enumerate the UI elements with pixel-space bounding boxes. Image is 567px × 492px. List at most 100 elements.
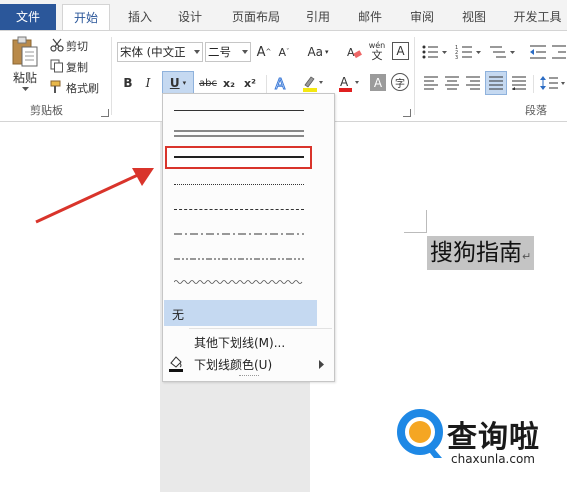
font-color-icon[interactable]: A <box>336 73 362 93</box>
font-size-combo[interactable]: 二号 <box>205 42 251 62</box>
underline-sample <box>174 110 304 111</box>
more-underlines-label: 其他下划线(M)... <box>194 336 286 350</box>
more-underlines-item[interactable]: 其他下划线(M)... <box>164 330 333 352</box>
chevron-down-icon: ▾ <box>182 79 187 87</box>
paste-icon[interactable] <box>8 35 42 69</box>
underline-option-single[interactable] <box>164 100 333 122</box>
tab-mailings[interactable]: 邮件 <box>350 4 390 30</box>
menu-separator <box>189 328 332 329</box>
underline-none-label: 无 <box>172 308 185 322</box>
underline-label: U <box>169 76 180 90</box>
tab-insert[interactable]: 插入 <box>120 4 160 30</box>
tab-file[interactable]: 文件 <box>0 4 56 30</box>
ribbon-tab-bar: 文件 开始 插入 设计 页面布局 引用 邮件 审阅 视图 开发工具 <box>0 0 567 30</box>
phonetic-guide-button[interactable]: wén 文 <box>366 39 388 63</box>
tab-view[interactable]: 视图 <box>454 4 494 30</box>
distributed-icon[interactable] <box>510 73 528 93</box>
underline-sample <box>174 280 303 284</box>
paste-button[interactable]: 粘贴 <box>6 69 44 85</box>
document-text-content: 搜狗指南 <box>430 240 522 266</box>
char-shading-button[interactable]: A <box>370 74 386 91</box>
underline-sample <box>174 209 304 210</box>
bold-button[interactable]: B <box>120 73 136 93</box>
shrink-font-button[interactable]: Aˇ <box>276 42 292 62</box>
underline-option-none[interactable]: 无 <box>164 300 317 326</box>
decrease-indent-icon[interactable] <box>528 42 548 62</box>
submenu-arrow-icon <box>319 358 325 372</box>
chevron-down-icon <box>194 50 200 54</box>
justify-icon[interactable] <box>485 71 507 95</box>
document-text[interactable]: 搜狗指南↵ <box>427 236 535 270</box>
underline-sample <box>174 184 304 185</box>
highlight-icon[interactable] <box>298 73 326 93</box>
grow-font-button[interactable]: A ^ <box>256 42 272 62</box>
tab-references[interactable]: 引用 <box>298 4 338 30</box>
paste-dropdown-icon[interactable] <box>20 85 30 93</box>
copy-button[interactable]: 复制 <box>50 59 88 75</box>
clipboard-dialog-launcher[interactable] <box>101 109 109 117</box>
strikethrough-button[interactable]: abc <box>198 73 218 93</box>
tab-developer[interactable]: 开发工具 <box>508 4 567 30</box>
align-right-icon[interactable] <box>464 73 482 93</box>
paragraph-group-label: 段落 <box>525 104 547 117</box>
copy-label: 复制 <box>66 61 88 74</box>
line-spacing-icon[interactable] <box>538 73 567 93</box>
tab-design[interactable]: 设计 <box>170 4 210 30</box>
divider <box>266 75 267 93</box>
tab-review[interactable]: 审阅 <box>402 4 442 30</box>
change-case-button[interactable]: Aa ▾ <box>302 42 334 62</box>
underline-button[interactable]: U ▾ <box>162 71 194 95</box>
align-left-icon[interactable] <box>422 73 440 93</box>
watermark-name: 查询啦 <box>447 420 540 455</box>
tab-page-layout[interactable]: 页面布局 <box>226 4 286 30</box>
underline-option-thick[interactable] <box>165 146 312 169</box>
underline-option-double[interactable] <box>164 122 333 144</box>
underline-option-dot-dash[interactable] <box>164 224 333 246</box>
font-size-value: 二号 <box>208 45 231 59</box>
numbering-icon[interactable]: 123 <box>454 42 484 62</box>
format-painter-button[interactable]: 格式刷 <box>50 80 99 96</box>
paint-bucket-icon <box>168 354 184 375</box>
clipboard-group-label: 剪贴板 <box>30 104 63 117</box>
svg-text:A: A <box>340 75 349 89</box>
up-caret-icon: ^ <box>265 48 272 56</box>
chevron-down-icon: ▾ <box>325 48 329 56</box>
superscript-button[interactable]: x² <box>241 73 259 93</box>
underline-option-wave[interactable] <box>164 272 333 294</box>
enclose-char-button[interactable]: 字 <box>391 73 409 91</box>
format-painter-label: 格式刷 <box>66 82 99 95</box>
underline-dropdown-menu: 无 其他下划线(M)... 下划线颜色(U) <box>162 93 335 382</box>
page-corner-mark <box>404 210 427 233</box>
resize-grip[interactable] <box>239 375 259 379</box>
char-border-button[interactable]: A <box>392 42 409 60</box>
multilevel-list-icon[interactable] <box>488 42 518 62</box>
red-arrow-annotation <box>35 168 154 224</box>
clear-format-icon[interactable]: A <box>344 42 364 62</box>
font-name-combo[interactable]: 宋体 (中文正 <box>117 42 203 62</box>
italic-button[interactable]: I <box>140 73 156 93</box>
tab-home[interactable]: 开始 <box>62 4 110 30</box>
paragraph-mark: ↵ <box>522 250 532 263</box>
align-center-icon[interactable] <box>443 73 461 93</box>
underline-color-label: 下划线颜色(U) <box>194 358 273 372</box>
increase-indent-icon[interactable] <box>550 42 567 62</box>
bullets-icon[interactable] <box>420 42 450 62</box>
svg-text:A: A <box>347 46 355 59</box>
subscript-button[interactable]: x₂ <box>220 73 238 93</box>
svg-text:3: 3 <box>455 55 458 60</box>
svg-text:A: A <box>275 75 286 92</box>
font-dialog-launcher[interactable] <box>403 109 411 117</box>
underline-sample <box>174 233 304 235</box>
underline-option-dot-dot-dash[interactable] <box>164 249 333 271</box>
format-painter-icon <box>50 80 66 97</box>
text-effects-icon[interactable]: A <box>272 73 292 93</box>
watermark-url: chaxunla.com <box>451 452 535 466</box>
underline-sample <box>174 156 304 158</box>
underline-sample <box>174 130 304 137</box>
underline-color-item[interactable]: 下划线颜色(U) <box>164 352 333 374</box>
font-name-value: 宋体 (中文正 <box>120 45 186 59</box>
cut-button[interactable]: 剪切 <box>50 38 88 54</box>
shrink-font-label: A <box>278 45 287 59</box>
underline-option-dotted[interactable] <box>164 174 333 196</box>
underline-option-dashed[interactable] <box>164 199 333 221</box>
